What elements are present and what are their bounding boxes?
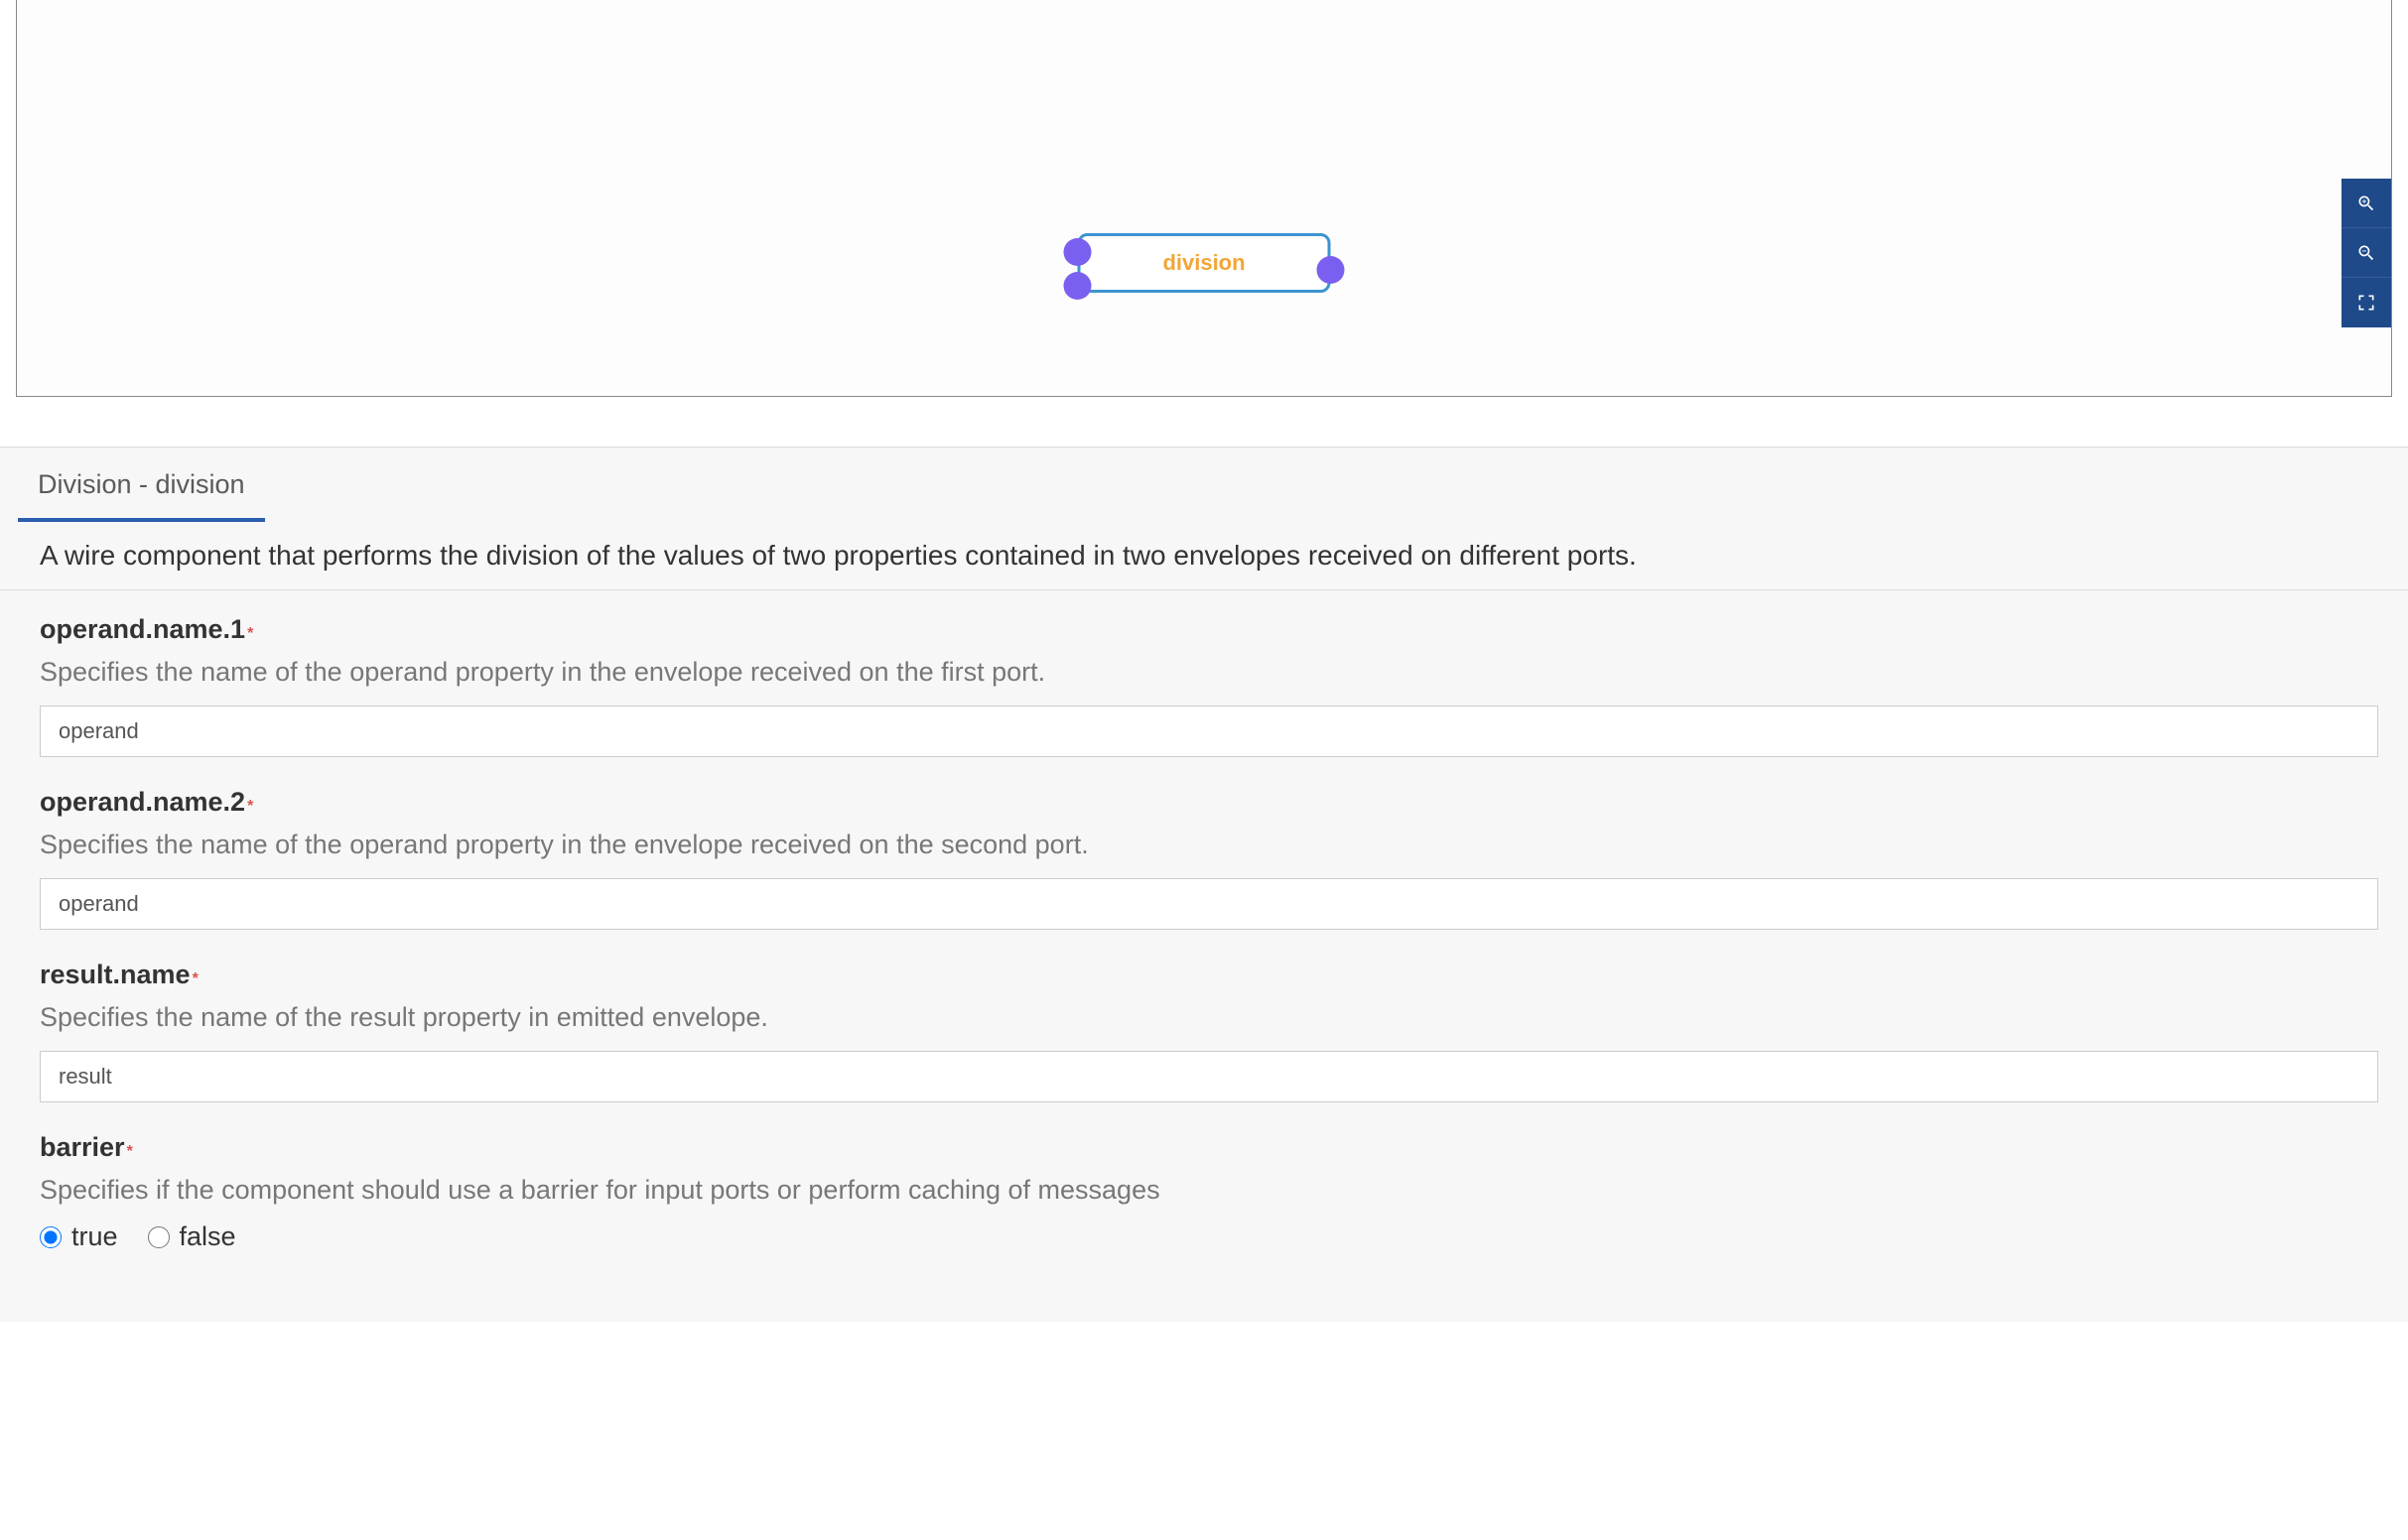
required-mark: *: [247, 625, 253, 642]
zoom-in-button[interactable]: [2341, 179, 2391, 228]
label-result: result.name: [40, 960, 191, 990]
output-port[interactable]: [1317, 256, 1345, 284]
help-operand1: Specifies the name of the operand proper…: [40, 657, 2408, 688]
zoom-controls: [2341, 179, 2391, 327]
radio-option-true[interactable]: true: [40, 1221, 118, 1252]
zoom-out-icon: [2356, 243, 2376, 263]
required-mark: *: [247, 798, 253, 815]
radio-false-label: false: [180, 1221, 236, 1252]
radio-true[interactable]: [40, 1226, 62, 1248]
radio-false[interactable]: [148, 1226, 170, 1248]
label-operand2: operand.name.2: [40, 787, 245, 818]
input-operand2[interactable]: [40, 878, 2378, 930]
form-group-operand1: operand.name.1* Specifies the name of th…: [40, 614, 2408, 757]
tab-label: Division - division: [38, 469, 245, 499]
canvas-area[interactable]: division: [16, 0, 2392, 397]
tab-bar: Division - division: [18, 448, 2408, 522]
input-port-1[interactable]: [1064, 238, 1092, 266]
label-operand1: operand.name.1: [40, 614, 245, 645]
properties-panel: Division - division A wire component tha…: [0, 447, 2408, 1322]
form-group-barrier: barrier* Specifies if the component shou…: [40, 1132, 2408, 1252]
expand-icon: [2356, 293, 2376, 313]
form-group-result: result.name* Specifies the name of the r…: [40, 960, 2408, 1102]
zoom-in-icon: [2356, 193, 2376, 213]
wire-node-division[interactable]: division: [1078, 233, 1331, 293]
required-mark: *: [193, 970, 199, 987]
form-group-operand2: operand.name.2* Specifies the name of th…: [40, 787, 2408, 930]
node-body[interactable]: division: [1078, 233, 1331, 293]
input-port-2[interactable]: [1064, 272, 1092, 300]
radio-option-false[interactable]: false: [148, 1221, 236, 1252]
help-result: Specifies the name of the result propert…: [40, 1002, 2408, 1033]
radio-row-barrier: true false: [40, 1221, 2408, 1252]
zoom-out-button[interactable]: [2341, 228, 2391, 278]
component-description: A wire component that performs the divis…: [0, 522, 2408, 590]
help-operand2: Specifies the name of the operand proper…: [40, 830, 2408, 860]
node-label: division: [1162, 250, 1245, 275]
form-body: operand.name.1* Specifies the name of th…: [0, 590, 2408, 1252]
input-result[interactable]: [40, 1051, 2378, 1102]
help-barrier: Specifies if the component should use a …: [40, 1175, 2408, 1206]
zoom-fit-button[interactable]: [2341, 278, 2391, 327]
required-mark: *: [127, 1143, 133, 1160]
tab-division[interactable]: Division - division: [18, 448, 265, 522]
radio-true-label: true: [71, 1221, 118, 1252]
label-barrier: barrier: [40, 1132, 125, 1163]
input-operand1[interactable]: [40, 706, 2378, 757]
